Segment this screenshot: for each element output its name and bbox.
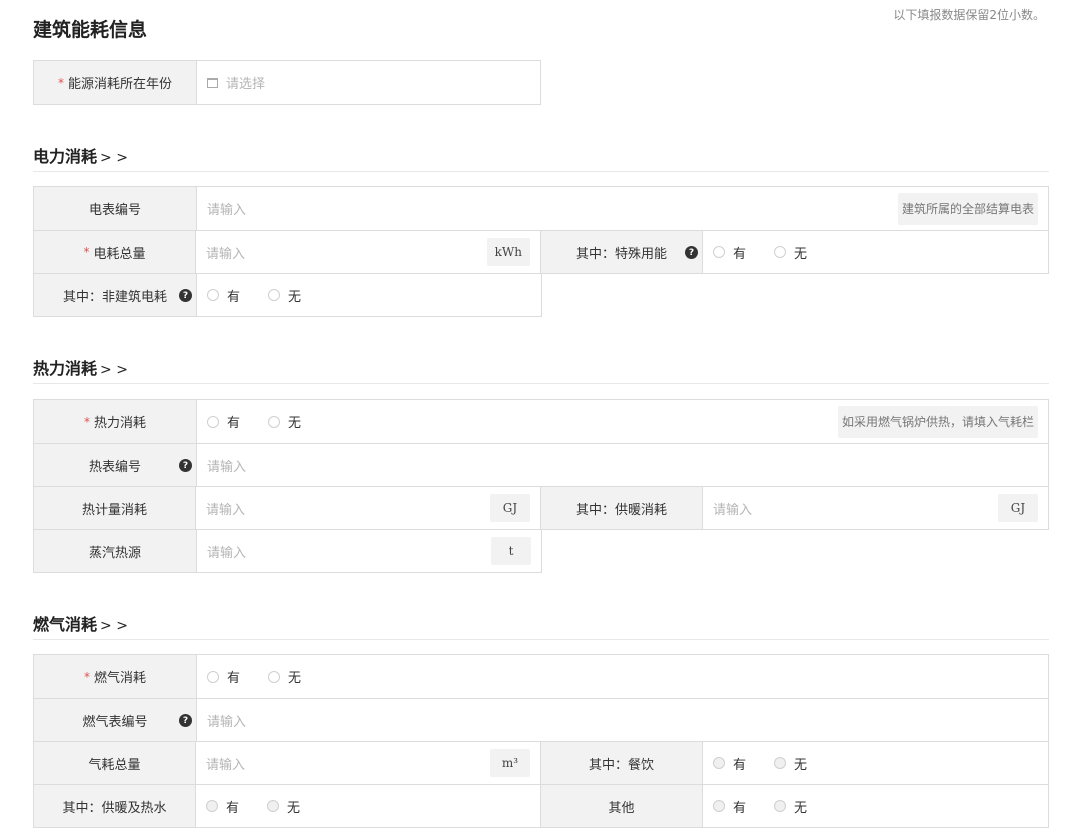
radio-yes[interactable]: 有 [206,797,239,816]
radio-yes[interactable]: 有 [207,286,240,305]
help-icon[interactable]: ? [179,714,192,727]
gas-heating-water-radios: 有 无 [196,785,541,827]
special-energy-radios: 有 无 [703,231,1048,273]
help-icon[interactable]: ? [685,246,698,259]
radio-no[interactable]: 无 [774,754,807,773]
section-title-heat: 热力消耗 > > [33,359,128,378]
steam-label: 蒸汽热源 [34,530,197,572]
gas-meter-label: 燃气表编号 ? [34,699,197,741]
heat-heating-label: 其中：供暖消耗 [541,487,703,529]
heat-consumption-radios: 有 无 如采用燃气锅炉供热，请填入气耗栏 [197,400,1048,443]
calendar-icon [207,77,218,88]
unit-badge: m³ [490,749,530,777]
radio-no[interactable]: 无 [267,797,300,816]
section-divider [33,383,1049,384]
heat-meter-label: 热表编号 ? [34,444,197,486]
unit-badge: kWh [486,238,530,266]
gas-heating-water-label: 其中：供暖及热水 [34,785,196,827]
electric-total-input[interactable]: 请输入 kWh [196,231,541,273]
radio-no[interactable]: 无 [774,797,807,816]
section-title-gas: 燃气消耗 > > [33,615,128,634]
help-icon[interactable]: ? [179,459,192,472]
gas-catering-label: 其中：餐饮 [541,742,703,784]
radio-yes[interactable]: 有 [713,797,746,816]
steam-input[interactable]: 请输入 t [197,530,542,572]
electric-total-label: * 电耗总量 [34,231,196,273]
radio-no[interactable]: 无 [268,667,301,686]
non-building-radios: 有 无 [197,274,542,316]
section-divider [33,171,1049,172]
electric-meter-input[interactable]: 请输入 建筑所属的全部结算电表 [197,187,1048,230]
empty-space [542,273,1049,317]
gas-meter-input[interactable]: 请输入 [197,699,1048,741]
electric-meter-hint: 建筑所属的全部结算电表 [897,192,1038,225]
electric-meter-label: 电表编号 [34,187,197,230]
unit-badge: GJ [490,494,530,522]
heat-meter-input[interactable]: 请输入 [197,444,1048,486]
gas-catering-radios: 有 无 [703,742,1048,784]
heat-metered-input[interactable]: 请输入 GJ [196,487,541,529]
radio-yes[interactable]: 有 [207,412,240,431]
unit-badge: GJ [998,494,1038,522]
unit-badge: t [491,537,531,565]
electric-form: 电表编号 请输入 建筑所属的全部结算电表 * 电耗总量 请输入 kWh 其中：特殊… [33,186,1049,317]
gas-form: * 燃气消耗 有 无 燃气表编号 ? 请输入 气耗总量 请输入 m³ 其中：餐饮 … [33,654,1049,828]
heat-metered-label: 热计量消耗 [34,487,196,529]
radio-no[interactable]: 无 [268,412,301,431]
year-form: * 能源消耗所在年份 请选择 [33,60,541,105]
radio-yes[interactable]: 有 [713,243,746,262]
section-title-electric: 电力消耗 > > [33,147,128,166]
help-icon[interactable]: ? [179,289,192,302]
gas-total-input[interactable]: 请输入 m³ [196,742,541,784]
radio-yes[interactable]: 有 [207,667,240,686]
heat-heating-input[interactable]: 请输入 GJ [703,487,1048,529]
year-label: * 能源消耗所在年份 [34,61,197,104]
non-building-label: 其中：非建筑电耗 ? [34,274,197,316]
radio-yes[interactable]: 有 [713,754,746,773]
gas-consumption-label: * 燃气消耗 [34,655,197,698]
radio-no[interactable]: 无 [268,286,301,305]
required-mark: * [57,75,64,90]
radio-no[interactable]: 无 [774,243,807,262]
gas-other-label: 其他 [541,785,703,827]
empty-space [542,529,1049,573]
heat-hint: 如采用燃气锅炉供热，请填入气耗栏 [837,405,1038,438]
precision-note: 以下填报数据保留2位小数。 [893,8,1045,22]
gas-other-radios: 有 无 [703,785,1048,827]
page-title: 建筑能耗信息 [33,19,148,41]
gas-consumption-radios: 有 无 [197,655,1048,698]
special-energy-label: 其中：特殊用能 ? [541,231,703,273]
heat-consumption-label: * 热力消耗 [34,400,197,443]
section-divider [33,639,1049,640]
heat-form: * 热力消耗 有 无 如采用燃气锅炉供热，请填入气耗栏 热表编号 ? 请输入 热计… [33,399,1049,573]
year-picker[interactable]: 请选择 [197,61,540,104]
gas-total-label: 气耗总量 [34,742,196,784]
